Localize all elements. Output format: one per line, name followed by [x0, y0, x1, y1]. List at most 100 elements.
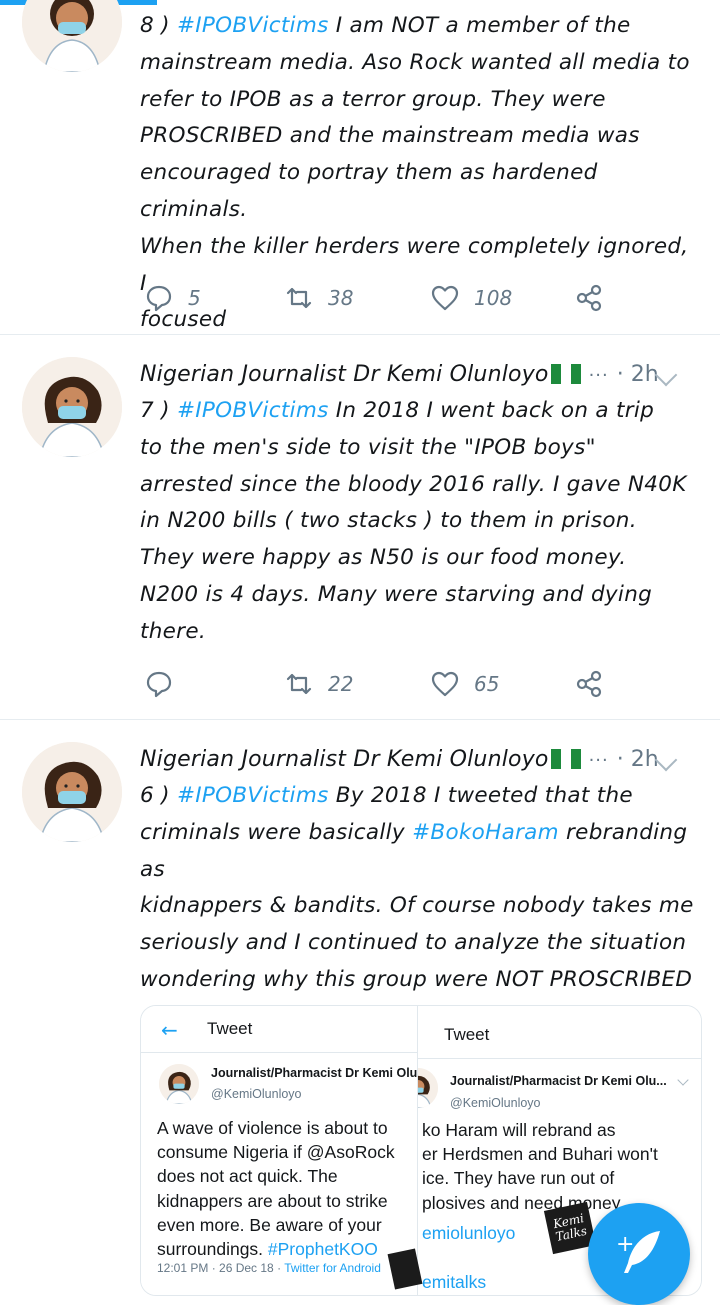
embedded-time: 12:01 PM · 26 Dec 18 · [157, 1261, 285, 1275]
text-line: surroundings. #ProphetKOO [157, 1237, 395, 1261]
hashtag-link[interactable]: #ProphetKOO [268, 1239, 378, 1259]
text-segment: seriously and I continued to analyze the… [140, 930, 687, 956]
reply-button[interactable] [144, 664, 188, 704]
text-line: does not act quick. The [157, 1164, 395, 1188]
text-line: to the men's side to visit the "IPOB boy… [140, 430, 698, 467]
share-icon [576, 284, 602, 312]
hashtag-link[interactable]: #BokoHaram [412, 820, 559, 845]
embedded-title: Tweet [444, 1025, 490, 1044]
avatar[interactable] [22, 357, 122, 457]
hashtag-link[interactable]: #IPOBVictims [177, 398, 329, 423]
retweet-button[interactable]: 38 [284, 278, 353, 318]
compose-tweet-button[interactable]: + [588, 1203, 690, 1305]
text-segment: there. [140, 618, 206, 644]
like-count: 65 [474, 672, 500, 696]
avatar[interactable] [22, 0, 122, 72]
embedded-meta: 12:01 PM · 26 Dec 18 · Twitter for Andro… [157, 1261, 381, 1275]
embedded-handle: @KemiOlunloyo [450, 1096, 541, 1110]
retweet-count: 22 [328, 672, 354, 696]
tweet-actions: 22 65 [140, 664, 720, 704]
text-segment: kidnappers are about to strike [157, 1190, 388, 1211]
reply-icon [146, 671, 172, 698]
text-segment: kidnappers & bandits. Of course nobody t… [140, 893, 694, 919]
author-name[interactable]: Nigerian Journalist Dr Kemi Olunloyo [140, 747, 549, 772]
text-line: even more. Be aware of your [157, 1213, 395, 1237]
like-count: 108 [474, 286, 513, 310]
tweet-7[interactable]: Nigerian Journalist Dr Kemi Olunloyo ··· ·… [0, 335, 720, 718]
embedded-link-handle: emitalks [422, 1272, 487, 1292]
embedded-source: Twitter for Android [284, 1261, 381, 1275]
text-segment: to the men's side to visit the "IPOB boy… [140, 434, 596, 460]
text-segment: surroundings. [157, 1239, 268, 1260]
like-button[interactable]: 65 [430, 664, 499, 704]
text-segment: does not act quick. The [157, 1166, 338, 1187]
text-line: there. [140, 614, 698, 651]
text-line: 8 ) #IPOBVictims I am NOT a member of th… [140, 8, 698, 45]
text-segment: in N200 bills ( two stacks ) to them in … [140, 508, 637, 534]
tweet-text: 6 ) #IPOBVictims By 2018 I tweeted that … [140, 778, 698, 1036]
avatar-image [22, 0, 122, 72]
text-line: PROSCRIBED and the mainstream media was [140, 118, 698, 155]
retweet-icon [286, 287, 312, 309]
timestamp: · 2h [616, 362, 659, 387]
hashtag-link[interactable]: #IPOBVictims [177, 783, 329, 808]
retweet-icon [286, 673, 312, 695]
text-line: ko Haram will rebrand as [422, 1118, 658, 1142]
text-line: seriously and I continued to analyze the… [140, 925, 698, 962]
text-segment: By 2018 I tweeted that the [328, 783, 633, 808]
avatar[interactable] [22, 742, 122, 842]
text-line: in N200 bills ( two stacks ) to them in … [140, 503, 698, 540]
text-segment: 8 ) [140, 13, 177, 38]
text-line: N200 is 4 days. Many were starving and d… [140, 577, 698, 614]
text-line: arrested since the bloody 2016 rally. I … [140, 467, 698, 504]
text-line: consume Nigeria if @AsoRock [157, 1140, 395, 1164]
divider [141, 1052, 417, 1053]
author-name[interactable]: Nigerian Journalist Dr Kemi Olunloyo [140, 362, 549, 387]
share-button[interactable] [574, 664, 604, 704]
plus-icon: + [616, 1232, 634, 1257]
text-segment: They were happy as N50 is our food money… [140, 545, 627, 571]
embedded-author-name: Journalist/Pharmacist Dr Kemi Olu... [450, 1074, 667, 1088]
text-line: er Herdsmen and Buhari won't [422, 1142, 658, 1166]
heart-icon [431, 671, 459, 697]
reply-button[interactable]: 5 [144, 278, 201, 318]
text-segment: plosives and need money [422, 1192, 621, 1213]
text-segment: ko Haram will rebrand as [422, 1120, 616, 1140]
text-line: A wave of violence is about to [157, 1116, 395, 1140]
text-line: 7 ) #IPOBVictims In 2018 I went back on … [140, 393, 698, 430]
text-segment: 7 ) [140, 398, 177, 423]
avatar [418, 1068, 438, 1108]
text-line: kidnappers & bandits. Of course nobody t… [140, 888, 698, 925]
tweet-actions: 5 38 108 [140, 278, 720, 318]
share-icon [576, 670, 602, 698]
like-button[interactable]: 108 [430, 278, 512, 318]
text-line: mainstream media. Aso Rock wanted all me… [140, 45, 698, 82]
avatar-image [22, 357, 122, 457]
text-segment: refer to IPOB as a terror group. They we… [140, 86, 606, 112]
text-segment: even more. Be aware of your [157, 1214, 382, 1235]
text-segment: ice. They have run out of [422, 1168, 615, 1189]
text-segment: mainstream media. Aso Rock wanted all me… [140, 49, 690, 75]
text-line: They were happy as N50 is our food money… [140, 540, 698, 577]
embedded-link-handle: emiolunloyo [422, 1223, 516, 1243]
text-line: criminals were basically #BokoHaram rebr… [140, 815, 698, 889]
tweet-8[interactable]: 8 ) #IPOBVictims I am NOT a member of th… [0, 0, 720, 334]
nigeria-flag-icon [550, 745, 581, 769]
hashtag-link[interactable]: #IPOBVictims [177, 13, 329, 38]
text-segment: consume Nigeria if @AsoRock [157, 1142, 395, 1163]
share-button[interactable] [574, 278, 604, 318]
more-dots: ··· [588, 365, 609, 386]
more-dots: ··· [588, 750, 609, 771]
heart-icon [431, 285, 459, 311]
text-segment: arrested since the bloody 2016 rally. I … [140, 471, 687, 497]
tweet-header: Nigerian Journalist Dr Kemi Olunloyo ··· ·… [140, 742, 700, 778]
nigeria-flag-icon [550, 360, 581, 384]
embedded-title: Tweet [207, 1019, 253, 1038]
avatar [159, 1064, 199, 1104]
timestamp: · 2h [616, 747, 659, 772]
divider [418, 1058, 701, 1059]
text-segment: I am NOT a member of the [328, 13, 631, 38]
text-segment: encouraged to portray them as hardened c… [140, 160, 598, 222]
text-segment: A wave of violence is about to [157, 1118, 388, 1138]
retweet-button[interactable]: 22 [284, 664, 353, 704]
